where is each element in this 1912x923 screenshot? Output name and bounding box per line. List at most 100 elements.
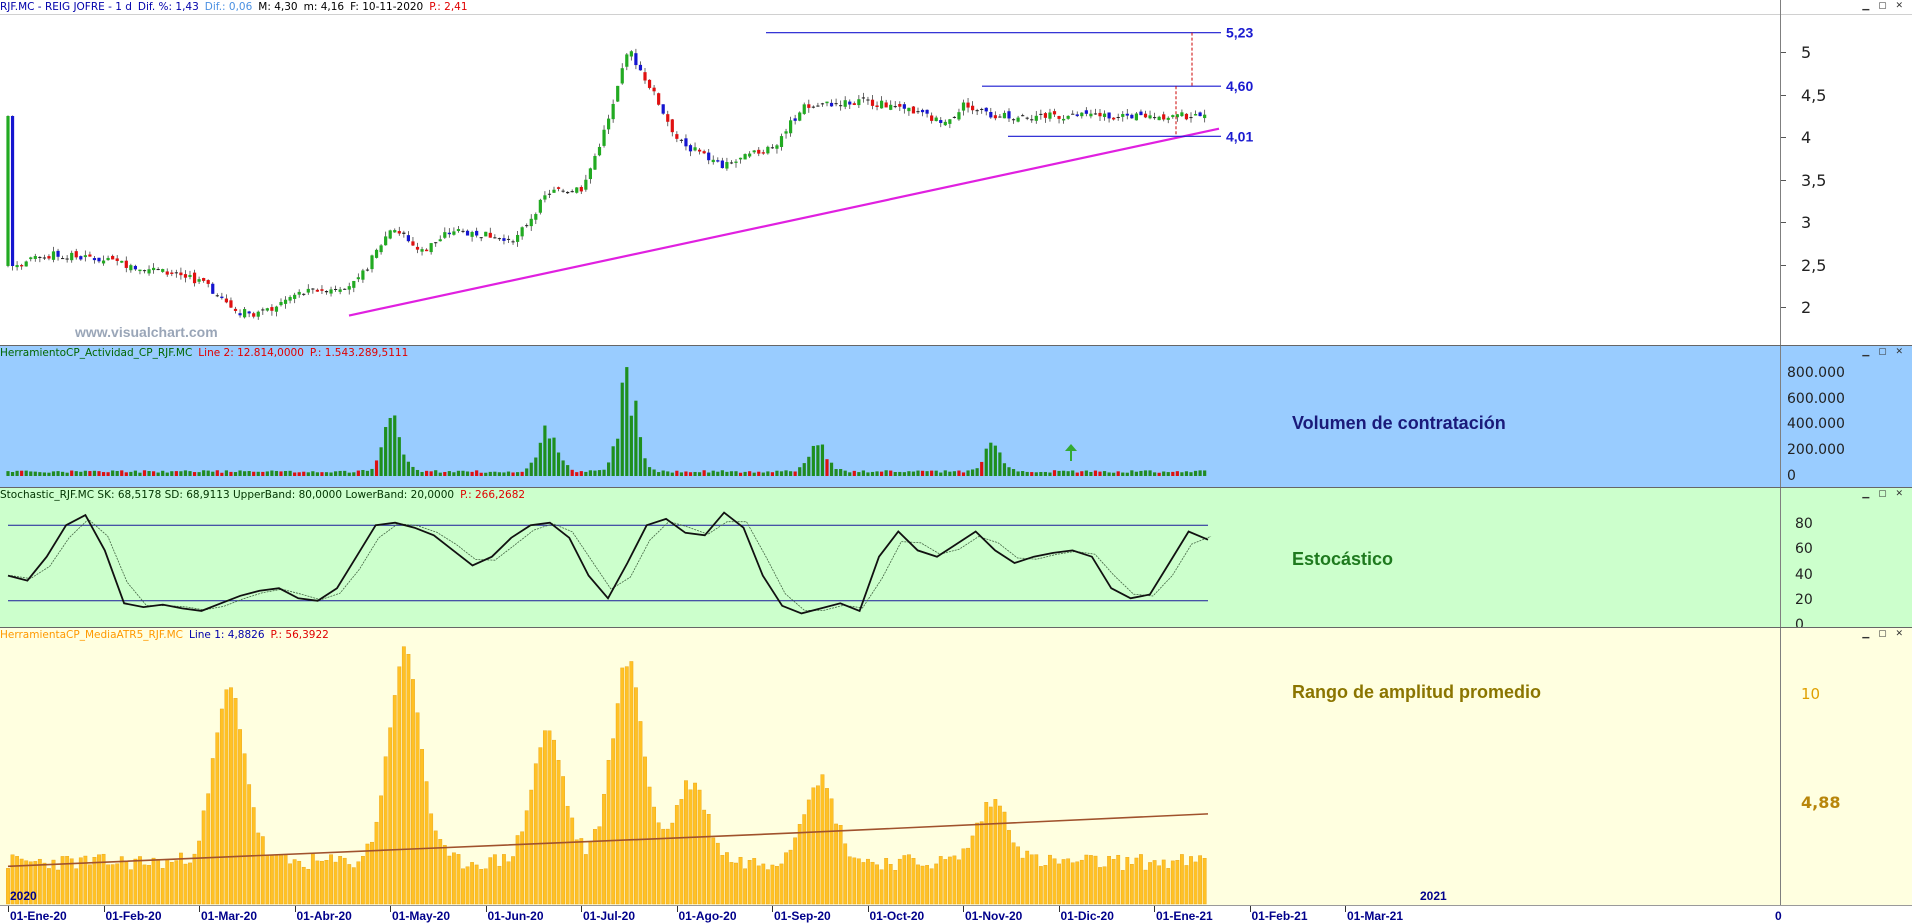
candle-body — [79, 256, 83, 260]
candle-body — [156, 269, 160, 271]
volume-bar — [1189, 472, 1193, 476]
atr-bar — [811, 787, 816, 905]
stochastic-chart[interactable] — [0, 488, 1780, 628]
volume-bar — [1098, 471, 1102, 476]
candle-body — [652, 87, 656, 92]
window-controls[interactable]: ▁ ▢ ✕ — [1862, 1, 1906, 12]
atr-bar — [388, 727, 393, 905]
candle-body — [798, 112, 802, 121]
candle-body — [911, 106, 916, 114]
candle-body — [952, 116, 956, 118]
volume-bar — [793, 471, 797, 476]
candle-body — [898, 104, 902, 107]
atr-bar — [729, 862, 734, 905]
trendline — [348, 127, 1220, 317]
volume-bar — [993, 445, 997, 476]
time-axis-label: 01-Feb-21 — [1251, 909, 1308, 923]
candle-body — [1166, 117, 1170, 120]
volume-bar — [120, 470, 124, 476]
candle-body — [657, 93, 661, 105]
candle-body — [902, 104, 906, 109]
atr-bar — [643, 756, 647, 905]
atr-bar — [156, 858, 161, 905]
candle-body — [124, 260, 128, 268]
atr-bar — [1125, 857, 1130, 905]
volume-bar — [170, 471, 174, 476]
time-axis-tick — [676, 906, 678, 912]
atr-bar — [934, 863, 939, 905]
atr-bar — [442, 845, 447, 905]
atr-bar — [497, 865, 502, 905]
volume-bar — [274, 470, 279, 476]
volume-bar — [1125, 472, 1129, 476]
volume-bar — [356, 470, 360, 476]
volume-bar — [1043, 471, 1047, 476]
watermark: www.visualchart.com — [74, 324, 218, 340]
volume-bar — [211, 471, 215, 476]
candle-body — [152, 267, 156, 271]
candle-body — [170, 272, 174, 274]
candle-body — [916, 111, 920, 113]
window-controls[interactable]: ▁ ▢ ✕ — [1862, 489, 1906, 500]
candle-body — [779, 136, 784, 147]
candle-body — [324, 291, 329, 293]
volume-bar — [884, 470, 888, 476]
time-axis-tick — [199, 906, 200, 912]
volume-bar — [497, 472, 501, 476]
time-axis-tick — [963, 906, 964, 912]
volume-bar — [438, 472, 442, 476]
volume-bar — [384, 427, 388, 476]
candle-body — [1084, 110, 1088, 114]
volume-bar — [320, 472, 324, 476]
time-axis-label: 01-Abr-20 — [296, 909, 352, 923]
volume-chart[interactable] — [0, 346, 1780, 488]
atr-bar — [361, 856, 365, 905]
volume-bar — [152, 471, 156, 476]
atr-bar — [142, 864, 147, 905]
candle-body — [556, 187, 561, 189]
atr-bar — [656, 822, 661, 905]
volume-bar — [329, 472, 333, 476]
atr-bar — [634, 687, 638, 905]
volume-bar — [79, 471, 83, 476]
candle-body — [288, 297, 292, 301]
candle-body — [511, 241, 515, 243]
volume-bar — [547, 438, 552, 476]
time-axis-label: 01-Mar-20 — [201, 909, 258, 923]
candle-body — [274, 306, 279, 312]
volume-bar — [957, 470, 961, 476]
volume-bar — [202, 470, 206, 476]
volume-bar — [1039, 471, 1043, 476]
volume-bar — [829, 462, 834, 476]
year-label: 2020 — [10, 889, 37, 903]
candle-body — [1193, 114, 1198, 116]
window-controls[interactable]: ▁ ▢ ✕ — [1862, 629, 1906, 640]
y-tick-mark — [1781, 52, 1786, 54]
atr-bar — [401, 646, 406, 905]
atr-chart[interactable] — [0, 628, 1780, 906]
volume-bar — [1121, 472, 1125, 476]
candle-body — [688, 145, 693, 152]
time-axis-label: 01-Sep-20 — [774, 909, 831, 923]
atr-bar — [988, 806, 993, 905]
atr-bar — [1161, 859, 1166, 905]
candle-body — [1148, 115, 1152, 119]
candle-body — [570, 191, 574, 193]
resistance-label: 5,23 — [1226, 25, 1253, 41]
atr-bar — [74, 868, 79, 905]
candle-body — [971, 105, 975, 111]
candle-body — [761, 152, 765, 154]
atr-bar — [797, 824, 802, 905]
candle-body — [1089, 113, 1093, 117]
volume-bar — [229, 471, 233, 476]
atr-bar — [524, 810, 529, 905]
candle-body — [707, 152, 711, 161]
volume-bar — [652, 469, 656, 476]
candle-body — [1048, 112, 1052, 119]
price-chart[interactable]: 5,23 4,60 4,01 www.visualchart.com — [0, 0, 1780, 345]
volume-bar — [738, 472, 743, 476]
atr-bar — [342, 857, 347, 905]
price-y-tick: 2 — [1801, 298, 1812, 318]
candle-body — [993, 115, 997, 119]
window-controls[interactable]: ▁ ▢ ✕ — [1862, 347, 1906, 358]
